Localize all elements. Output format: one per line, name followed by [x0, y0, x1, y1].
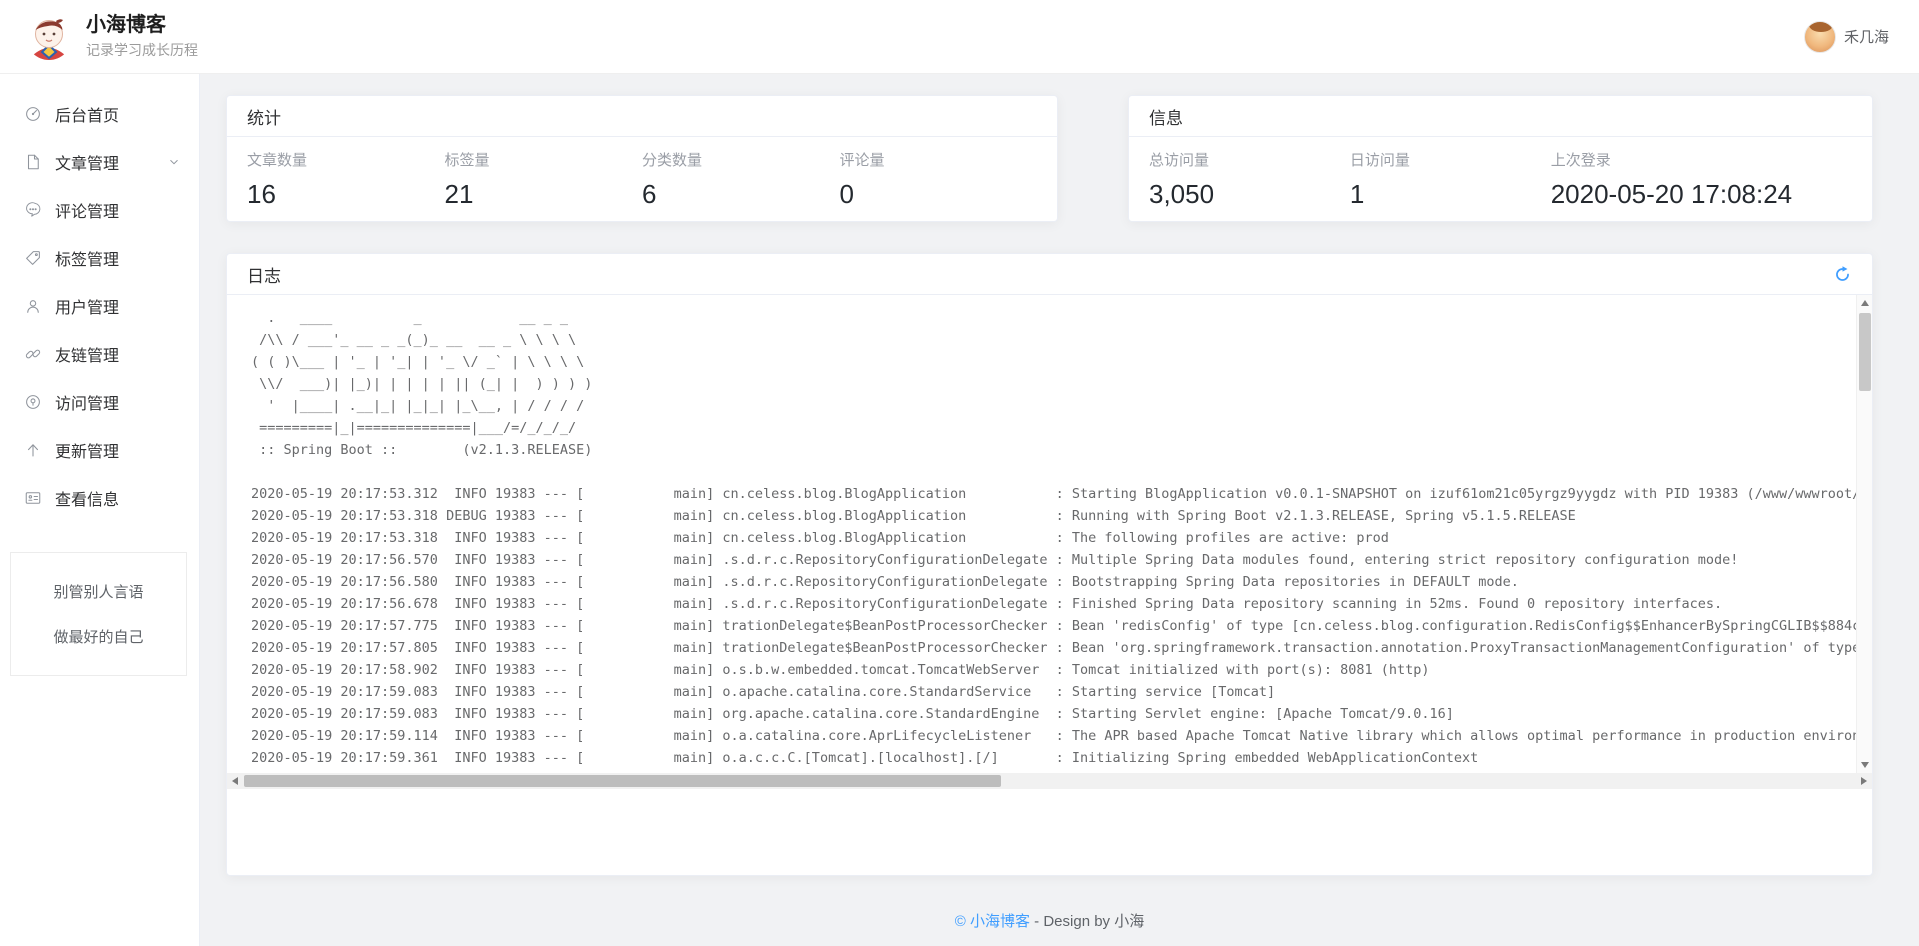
- stats-card: 统计 文章数量 16 标签量 21 分类数量 6: [226, 95, 1058, 222]
- sidebar-item-visits[interactable]: 访问管理: [0, 378, 199, 426]
- stat-daily-visits: 日访问量 1: [1350, 149, 1551, 210]
- site-logo-icon[interactable]: [26, 14, 72, 60]
- dashboard-icon: [24, 105, 42, 123]
- horizontal-scroll-thumb[interactable]: [244, 775, 1001, 787]
- refresh-icon[interactable]: [1832, 264, 1852, 284]
- link-icon: [24, 345, 42, 363]
- stat-total-visits: 总访问量 3,050: [1149, 149, 1350, 210]
- sidebar-item-users[interactable]: 用户管理: [0, 282, 199, 330]
- chevron-down-icon: [167, 155, 181, 169]
- page-footer: © 小海博客 - Design by 小海: [226, 910, 1873, 931]
- motto-line: 做最好的自己: [17, 626, 180, 647]
- scroll-right-arrow-icon[interactable]: [1856, 773, 1872, 789]
- site-subtitle: 记录学习成长历程: [86, 40, 198, 60]
- sidebar-item-updates[interactable]: 更新管理: [0, 426, 199, 474]
- compass-icon: [24, 393, 42, 411]
- sidebar-item-label: 标签管理: [55, 246, 119, 270]
- user-name: 禾几海: [1844, 26, 1889, 47]
- footer-site-link[interactable]: © 小海博客: [955, 913, 1030, 930]
- site-title: 小海博客: [86, 13, 198, 37]
- sidebar-item-tags[interactable]: 标签管理: [0, 234, 199, 282]
- sidebar-item-comments[interactable]: 评论管理: [0, 186, 199, 234]
- motto-line: 别管别人言语: [17, 581, 180, 602]
- scroll-up-arrow-icon[interactable]: [1857, 295, 1873, 311]
- sidebar-item-label: 友链管理: [55, 342, 119, 366]
- stat-category-count: 分类数量 6: [642, 149, 840, 210]
- app-header: 小海博客 记录学习成长历程 禾几海: [0, 0, 1919, 74]
- stat-label: 分类数量: [642, 149, 840, 170]
- sidebar-item-label: 后台首页: [55, 102, 119, 126]
- stat-label: 标签量: [445, 149, 643, 170]
- log-body: . ____ _ __ _ _ /\\ / ___'_ __ _ _(_)_ _…: [227, 295, 1872, 875]
- stat-label: 上次登录: [1551, 149, 1852, 170]
- stats-card-header: 统计: [227, 96, 1057, 137]
- stat-label: 评论量: [840, 149, 1038, 170]
- vertical-scrollbar[interactable]: [1856, 295, 1872, 773]
- document-icon: [24, 153, 42, 171]
- info-card-title: 信息: [1149, 104, 1183, 129]
- log-card: 日志 . ____ _ __ _ _ /\\ / ___'_ __ _ _(_)…: [226, 253, 1873, 876]
- user-avatar-icon: [1804, 21, 1836, 53]
- sidebar-menu: 后台首页 文章管理 评论管理: [0, 74, 199, 522]
- sidebar-item-label: 查看信息: [55, 486, 119, 510]
- stat-last-login: 上次登录 2020-05-20 17:08:24: [1551, 149, 1852, 210]
- vertical-scroll-thumb[interactable]: [1859, 313, 1871, 391]
- sidebar-item-articles[interactable]: 文章管理: [0, 138, 199, 186]
- comment-icon: [24, 201, 42, 219]
- log-lines: 2020-05-19 20:17:53.312 INFO 19383 --- […: [227, 461, 1872, 769]
- sidebar-item-label: 用户管理: [55, 294, 119, 318]
- brand-text: 小海博客 记录学习成长历程: [86, 13, 198, 60]
- brand: 小海博客 记录学习成长历程: [26, 13, 198, 60]
- sidebar-item-label: 文章管理: [55, 150, 119, 174]
- stat-value: 0: [840, 179, 1038, 210]
- footer-credit: - Design by 小海: [1030, 913, 1144, 930]
- spring-boot-banner: . ____ _ __ _ _ /\\ / ___'_ __ _ _(_)_ _…: [227, 295, 1872, 461]
- stat-label: 总访问量: [1149, 149, 1350, 170]
- info-card: 信息 总访问量 3,050 日访问量 1 上次登录 2020-05-20 17:…: [1128, 95, 1873, 222]
- sidebar-item-dashboard[interactable]: 后台首页: [0, 90, 199, 138]
- sidebar-item-label: 评论管理: [55, 198, 119, 222]
- main-content: 统计 文章数量 16 标签量 21 分类数量 6: [200, 74, 1919, 946]
- stat-value: 16: [247, 179, 445, 210]
- sidebar: 后台首页 文章管理 评论管理: [0, 74, 200, 946]
- arrow-up-icon: [24, 441, 42, 459]
- stat-article-count: 文章数量 16: [247, 149, 445, 210]
- info-card-header: 信息: [1129, 96, 1872, 137]
- sidebar-item-info[interactable]: 查看信息: [0, 474, 199, 522]
- stat-label: 日访问量: [1350, 149, 1551, 170]
- log-viewer: . ____ _ __ _ _ /\\ / ___'_ __ _ _(_)_ _…: [227, 295, 1872, 789]
- user-menu[interactable]: 禾几海: [1804, 21, 1889, 53]
- sidebar-item-label: 访问管理: [55, 390, 119, 414]
- stat-tag-count: 标签量 21: [445, 149, 643, 210]
- sidebar-item-links[interactable]: 友链管理: [0, 330, 199, 378]
- stat-label: 文章数量: [247, 149, 445, 170]
- stats-card-title: 统计: [247, 104, 281, 129]
- stat-comment-count: 评论量 0: [840, 149, 1038, 210]
- stat-value: 6: [642, 179, 840, 210]
- log-card-header: 日志: [227, 254, 1872, 295]
- scroll-down-arrow-icon[interactable]: [1857, 757, 1873, 773]
- stat-value: 21: [445, 179, 643, 210]
- stat-value: 2020-05-20 17:08:24: [1551, 179, 1852, 210]
- sidebar-motto: 别管别人言语 做最好的自己: [10, 552, 187, 676]
- horizontal-scrollbar[interactable]: [227, 773, 1872, 789]
- scroll-left-arrow-icon[interactable]: [227, 773, 243, 789]
- log-card-title: 日志: [247, 262, 281, 287]
- sidebar-item-label: 更新管理: [55, 438, 119, 462]
- postcard-icon: [24, 489, 42, 507]
- tag-icon: [24, 249, 42, 267]
- stat-value: 1: [1350, 179, 1551, 210]
- user-icon: [24, 297, 42, 315]
- stat-value: 3,050: [1149, 179, 1350, 210]
